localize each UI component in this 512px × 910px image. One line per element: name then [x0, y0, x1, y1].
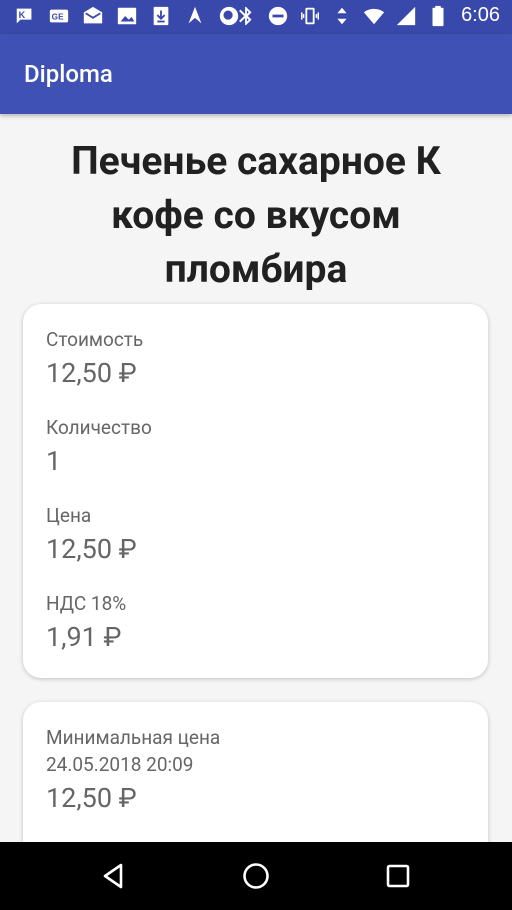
- min-price-value: 12,50 ₽: [46, 782, 137, 814]
- status-bar: K GE 6:06: [0, 0, 512, 34]
- quantity-value: 1: [46, 445, 62, 477]
- wifi-icon: [363, 5, 385, 27]
- product-title: Печенье сахарное К кофе со вкусом пломби…: [71, 138, 441, 292]
- vibrate-icon: [299, 5, 321, 27]
- price-field: Цена 12,50 ₽: [46, 504, 137, 565]
- app-bar: Diploma: [0, 34, 512, 114]
- cost-label: Стоимость: [46, 328, 144, 351]
- quantity-field: Количество 1: [46, 416, 152, 477]
- price-value: 12,50 ₽: [46, 533, 137, 565]
- cost-field: Стоимость 12,50 ₽: [46, 328, 143, 389]
- download-icon: [150, 5, 172, 27]
- bluetooth-icon: [235, 5, 257, 27]
- min-price-date: 24.05.2018 20:09: [46, 753, 194, 776]
- svg-text:GE: GE: [52, 13, 64, 22]
- dnd-icon: [267, 5, 289, 27]
- back-icon: [103, 863, 123, 889]
- signal-icon: [395, 5, 417, 27]
- svg-text:K: K: [19, 10, 26, 20]
- data-arrows-icon: [331, 5, 353, 27]
- details-card: Стоимость 12,50 ₽ Количество 1 Цена 12,5…: [23, 304, 488, 678]
- battery-icon: [427, 5, 449, 27]
- recents-icon: [386, 864, 410, 888]
- app-title: Diploma: [24, 60, 113, 88]
- home-button[interactable]: [240, 860, 272, 892]
- navigation-bar: [0, 842, 512, 910]
- quantity-label: Количество: [46, 416, 152, 439]
- min-price-label: Минимальная цена: [46, 726, 221, 749]
- image-icon: [116, 5, 138, 27]
- k-icon: K: [14, 5, 36, 27]
- cost-value: 12,50 ₽: [46, 357, 137, 389]
- vat-field: НДС 18% 1,91 ₽: [46, 592, 126, 653]
- ge-icon: GE: [48, 5, 70, 27]
- vat-value: 1,91 ₽: [46, 621, 122, 653]
- vpn-icon: [184, 5, 206, 27]
- min-price-field: Минимальная цена 24.05.2018 20:09 12,50 …: [46, 726, 220, 814]
- recents-button[interactable]: [382, 860, 414, 892]
- price-label: Цена: [46, 504, 92, 527]
- mail-icon: [82, 5, 104, 27]
- clock: 6:06: [461, 4, 500, 26]
- home-icon: [243, 863, 269, 889]
- back-button[interactable]: [98, 860, 130, 892]
- vat-label: НДС 18%: [46, 592, 127, 615]
